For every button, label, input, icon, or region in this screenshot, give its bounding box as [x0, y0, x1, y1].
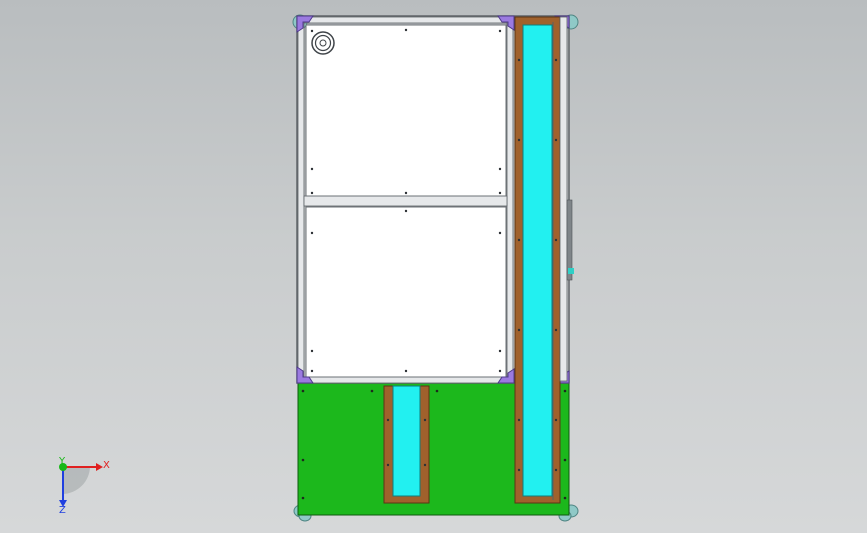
lower-panel	[305, 206, 507, 378]
fan-icon	[311, 31, 335, 55]
axis-x-label: X	[103, 460, 110, 471]
assembly-drawing: X Y Z	[58, 14, 579, 522]
cad-viewport[interactable]: X Y Z	[0, 0, 867, 533]
feed-conveyor-belt	[392, 385, 421, 497]
axis-y-label: Y	[58, 456, 66, 467]
profile-middle-horizontal	[303, 195, 508, 207]
profile-left	[297, 19, 305, 383]
axis-x-arrow	[96, 463, 103, 471]
main-conveyor-belt	[522, 24, 553, 497]
profile-mid-vertical	[506, 19, 514, 383]
feed-conveyor	[383, 385, 430, 504]
side-connector	[568, 268, 574, 274]
profile-top	[300, 16, 512, 24]
upper-panel	[305, 24, 507, 197]
axis-z-label: Z	[59, 505, 66, 516]
profile-bottom	[300, 376, 512, 384]
coordinate-triad: X Y Z	[58, 456, 110, 516]
main-conveyor-guide	[559, 16, 568, 382]
triad-shadow	[62, 466, 90, 494]
